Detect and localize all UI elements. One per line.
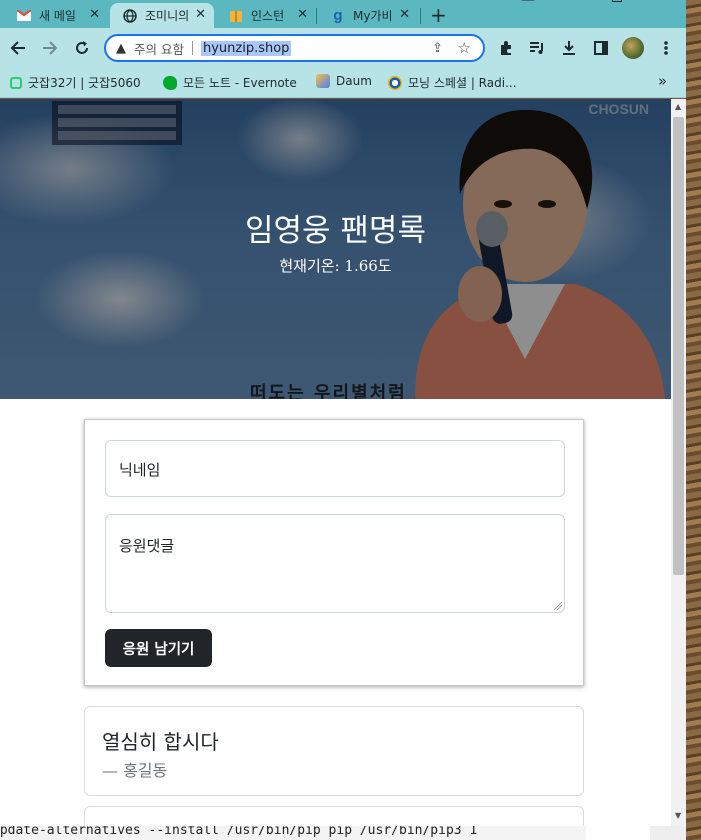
package-icon [228,8,244,24]
back-button[interactable] [6,36,30,60]
scroll-up-icon[interactable]: ▲ [675,102,681,111]
scrollbar-thumb[interactable] [673,117,684,575]
close-icon[interactable]: ✕ [89,7,100,22]
divider [191,41,193,55]
close-icon[interactable]: ✕ [399,7,410,22]
url-text[interactable]: hyunzip.shop [200,40,292,56]
bookmark-label: Daum [336,74,372,88]
close-icon[interactable]: ✕ [297,7,308,22]
menu-button[interactable] [654,36,678,60]
daum-icon [316,74,330,88]
comment-textarea[interactable]: 응원댓글 [105,514,565,613]
address-bar[interactable]: ▲ 주의 요함 hyunzip.shop ⇪ ☆ [104,34,485,62]
side-panel-icon [594,41,608,55]
tab-title: My가비 [353,9,393,23]
tab-strip: 새 메일 ✕ 조미니의 ✕ 인스턴 ✕ g My가비 ✕ + — [0,0,686,28]
g-logo-icon: g [333,7,343,24]
arrow-left-icon [10,41,25,55]
arrow-right-icon [43,41,58,55]
tab-title: 조미니의 [145,9,189,23]
new-tab-button[interactable]: + [430,3,447,27]
comment-form: 닉네임 응원댓글 응원 남기기 [84,419,584,686]
download-icon [563,41,575,55]
bookmark-label: 모든 노트 - Evernote [183,76,297,90]
radio-icon [388,75,402,90]
extensions-button[interactable] [494,36,518,60]
tab-mygabi[interactable]: g My가비 ✕ [318,3,418,28]
playlist-icon [530,42,543,54]
bookmark-item[interactable]: Daum [316,74,372,88]
comment-text: 열심히 합시다 [102,730,219,754]
bookmarks-bar: 긋잡32기 | 긋잡5060 모든 노트 - Evernote Daum 모닝 … [0,68,686,98]
comment-placeholder: 응원댓글 [119,537,175,555]
nickname-placeholder: 닉네임 [119,461,161,479]
profile-avatar[interactable] [622,37,644,59]
maximize-icon[interactable] [612,0,622,2]
gmail-icon [16,8,32,24]
tab-title: 새 메일 [39,9,76,23]
nickname-input[interactable]: 닉네임 [105,440,565,497]
bookmarks-overflow-button[interactable]: » [658,72,667,90]
security-status[interactable]: 주의 요함 [134,39,184,58]
page-title: 임영웅 팬명록 [245,213,426,249]
tab-instant[interactable]: 인스턴 ✕ [216,3,316,28]
browser-toolbar: ▲ 주의 요함 hyunzip.shop ⇪ ☆ [0,28,686,68]
downloads-button[interactable] [557,36,581,60]
hero-banner: CHOSUN 떠도는 우리별처럼 임영웅 팬명록 현재기온: 1.66도 [0,99,671,399]
tab-title: 인스턴 [251,9,285,23]
more-vertical-icon [664,41,668,55]
comment-author: — 홍길동 [102,761,168,780]
bookmark-label: 긋잡32기 | 긋잡5060 [28,76,141,90]
terminal-command: update-alternatives --install /usr/bin/p… [0,826,478,838]
forward-button[interactable] [38,36,62,60]
globe-icon [122,8,138,24]
terminal-window: update-alternatives --install /usr/bin/p… [0,826,586,840]
share-icon[interactable]: ⇪ [432,41,443,56]
submit-button[interactable]: 응원 남기기 [105,629,212,667]
bookmark-logo-icon [10,76,22,89]
bookmark-label: 모닝 스페셜 | Radi... [408,76,517,90]
bookmark-item[interactable]: 긋잡32기 | 긋잡5060 [10,74,141,91]
comment-card: 열심히 합시다 — 홍길동 [84,706,584,796]
close-icon[interactable]: ✕ [195,7,206,22]
star-icon[interactable]: ☆ [458,39,471,57]
bookmark-item[interactable]: 모든 노트 - Evernote [163,74,297,91]
tab-gmail[interactable]: 새 메일 ✕ [4,3,108,28]
page-viewport: CHOSUN 떠도는 우리별처럼 임영웅 팬명록 현재기온: 1.66도 닉네임… [0,99,671,840]
tab-separator [420,8,421,24]
warning-icon[interactable]: ▲ [116,41,126,56]
temperature-text: 현재기온: 1.66도 [279,257,392,275]
puzzle-icon [501,41,511,55]
scroll-down-icon[interactable]: ▼ [675,811,681,820]
side-panel-button[interactable] [589,36,613,60]
desktop-background [686,0,701,840]
reload-button[interactable] [70,36,94,60]
tab-active-site[interactable]: 조미니의 ✕ [110,3,214,28]
tab-separator [316,8,317,24]
bookmark-item[interactable]: 모닝 스페셜 | Radi... [388,74,517,91]
taskbar-fragment [650,826,686,840]
resize-handle[interactable] [554,602,562,610]
minimize-icon[interactable]: — [521,0,535,8]
reload-icon [76,41,88,54]
page-scrollbar[interactable]: ▲ ▼ [671,99,686,840]
evernote-icon [163,75,177,90]
media-button[interactable] [525,36,549,60]
